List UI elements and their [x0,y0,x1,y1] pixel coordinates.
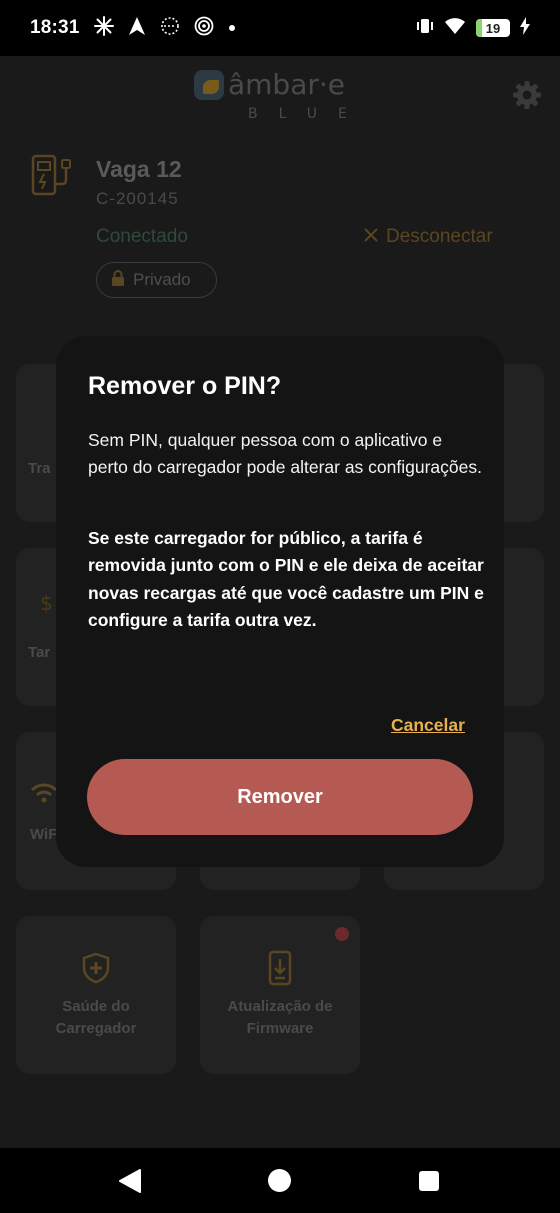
recents-icon[interactable] [419,1171,439,1191]
dialog-warning: Se este carregador for público, a tarifa… [88,528,484,630]
home-icon[interactable] [268,1169,291,1192]
dot-icon [228,19,236,37]
status-time: 18:31 [30,17,80,38]
system-nav-bar [0,1148,560,1213]
remove-button[interactable]: Remover [87,759,473,835]
wifi-icon [444,17,466,40]
battery-icon: 19 [476,19,510,37]
target-icon [194,16,214,41]
pinwheel-icon [93,15,114,41]
dialog-body: Sem PIN, qualquer pessoa com o aplicativ… [88,430,482,477]
remove-pin-dialog: Remover o PIN? Sem PIN, qualquer pessoa … [56,336,504,867]
vibrate-icon [416,17,434,40]
cancel-button[interactable]: Cancelar [391,715,465,736]
hotspot-icon [160,16,180,41]
charging-icon [520,16,530,40]
back-icon[interactable] [118,1168,142,1199]
status-bar: 18:31 19 [0,0,560,56]
dialog-title: Remover o PIN? [88,372,282,400]
navigation-icon [128,16,146,41]
battery-level: 19 [485,20,501,36]
battery-fill [476,19,483,37]
